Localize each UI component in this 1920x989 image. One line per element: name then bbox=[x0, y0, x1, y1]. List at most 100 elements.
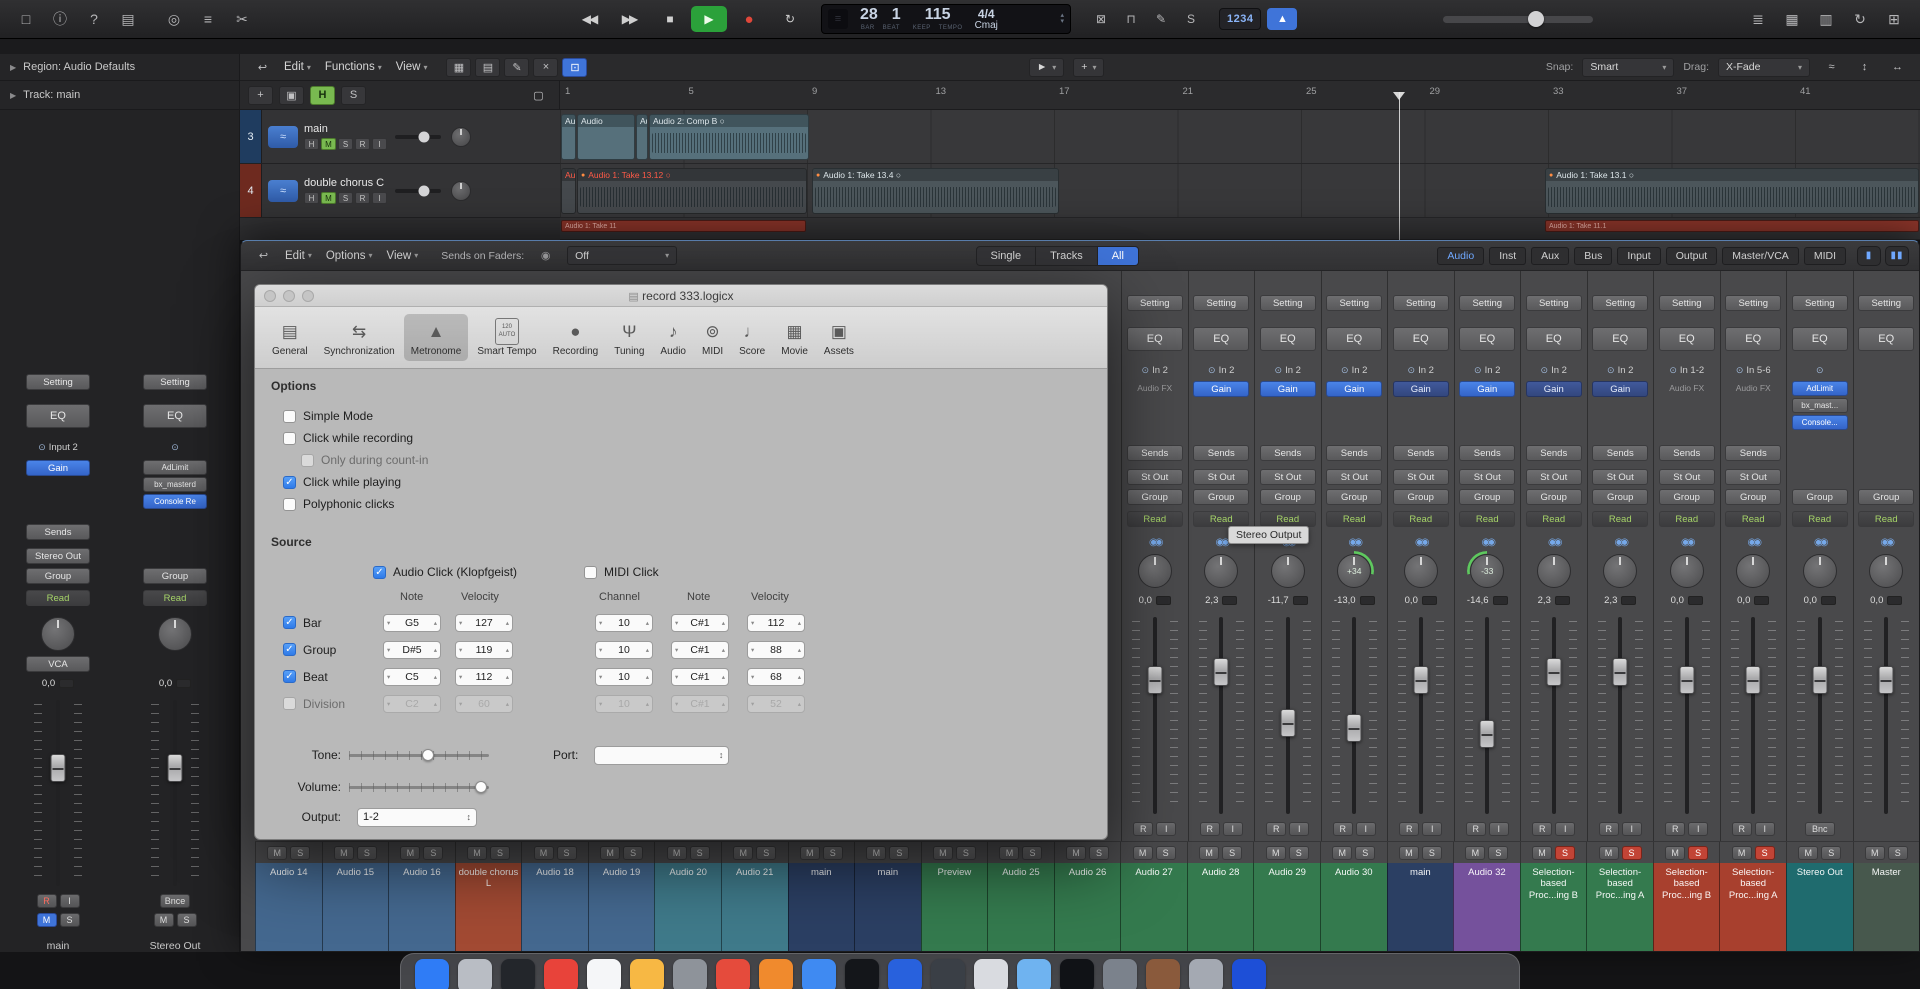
track-name-tile[interactable]: Audio 28 bbox=[1187, 863, 1254, 951]
track-name-tile[interactable]: Audio 14 bbox=[255, 863, 322, 951]
solo-button[interactable]: S bbox=[1888, 846, 1908, 860]
marquee-tool-icon[interactable]: ⊡ bbox=[562, 58, 587, 77]
strip-input-slot[interactable]: ⊙In 5-6 bbox=[1736, 363, 1771, 377]
stepper-up-icon[interactable]: ▴ bbox=[798, 673, 801, 681]
stepper-up-icon[interactable]: ▴ bbox=[798, 619, 801, 627]
option-click-while-recording[interactable]: Click while recording bbox=[283, 427, 428, 449]
solo-button[interactable]: S bbox=[1755, 846, 1775, 860]
strip-sends-button[interactable]: Sends bbox=[1127, 445, 1183, 461]
view-mode-all[interactable]: All bbox=[1098, 246, 1139, 266]
stepper-up-icon[interactable]: ▴ bbox=[434, 673, 437, 681]
volume-fader[interactable] bbox=[1854, 613, 1920, 818]
audio-region[interactable]: Au bbox=[561, 114, 576, 160]
audio-region[interactable]: Audio 1: Take 11.1 bbox=[1545, 220, 1919, 232]
dock-icon[interactable] bbox=[1103, 959, 1137, 989]
mute-button[interactable]: M bbox=[400, 846, 420, 860]
stereo-format-icon[interactable]: ◉◉ bbox=[1681, 535, 1692, 549]
checkbox-icon[interactable]: ✓ bbox=[283, 643, 296, 656]
hide-tracks-button[interactable]: H bbox=[310, 86, 335, 105]
mute-button[interactable]: M bbox=[37, 913, 57, 927]
stereo-format-icon[interactable]: ◉◉ bbox=[1349, 535, 1360, 549]
track-h-button[interactable]: H bbox=[304, 138, 319, 150]
settings-tab-recording[interactable]: ●Recording bbox=[546, 314, 606, 361]
solo-button[interactable]: S bbox=[823, 846, 843, 860]
volume-fader[interactable] bbox=[141, 696, 209, 890]
strip-eq-button[interactable]: EQ bbox=[1592, 327, 1648, 351]
close-button[interactable] bbox=[264, 290, 276, 302]
pan-knob[interactable] bbox=[1204, 554, 1238, 588]
pan-knob[interactable] bbox=[1736, 554, 1770, 588]
strip-sends-button[interactable]: Sends bbox=[26, 524, 90, 540]
strip-eq-button[interactable]: EQ bbox=[1127, 327, 1183, 351]
filter-midi[interactable]: MIDI bbox=[1804, 247, 1846, 265]
strip-output-button[interactable]: Stereo Out bbox=[26, 548, 90, 564]
gain-plugin-button[interactable]: Gain bbox=[1193, 381, 1249, 397]
mute-button[interactable]: M bbox=[1865, 846, 1885, 860]
dock-icon[interactable] bbox=[931, 959, 965, 989]
track-name-tile[interactable]: Audio 30 bbox=[1320, 863, 1387, 951]
lcd-display[interactable]: ≡ 281 BARBEAT 115 KEEPTEMPO 4/4 Cmaj ▴▾ bbox=[821, 4, 1071, 34]
record-enable-button[interactable]: R bbox=[37, 894, 57, 908]
strip-automation-button[interactable]: Read bbox=[1526, 511, 1582, 527]
strip-group-button[interactable]: Group bbox=[1592, 489, 1648, 505]
cycle-button[interactable]: ↻ bbox=[771, 6, 807, 32]
strip-sends-button[interactable]: Sends bbox=[1193, 445, 1249, 461]
volume-fader[interactable] bbox=[1521, 613, 1587, 818]
strip-setting-button[interactable]: Setting bbox=[1393, 295, 1449, 311]
volume-fader[interactable] bbox=[1388, 613, 1454, 818]
solo-button[interactable]: S bbox=[1688, 846, 1708, 860]
track-pan-knob[interactable] bbox=[451, 181, 471, 201]
strip-eq-button[interactable]: EQ bbox=[1260, 327, 1316, 351]
strip-group-button[interactable]: Group bbox=[1792, 489, 1848, 505]
solo-button[interactable]: S bbox=[889, 846, 909, 860]
midi-velocity-stepper[interactable]: ▾68▴ bbox=[747, 668, 805, 686]
dock-icon[interactable] bbox=[587, 959, 621, 989]
dialog-title-bar[interactable]: ▤ record 333.logicx bbox=[255, 285, 1107, 307]
channel-stepper[interactable]: ▾10▴ bbox=[595, 641, 653, 659]
pan-knob[interactable]: -33 bbox=[1470, 554, 1504, 588]
tone-slider[interactable] bbox=[349, 748, 489, 762]
track-header[interactable]: 4≈double chorus CHMSRI bbox=[240, 164, 560, 218]
track-m-button[interactable]: M bbox=[321, 192, 336, 204]
fader-cap[interactable] bbox=[1214, 658, 1229, 686]
pan-knob[interactable] bbox=[1803, 554, 1837, 588]
note-stepper[interactable]: ▾D#5▴ bbox=[383, 641, 441, 659]
option-polyphonic-clicks[interactable]: Polyphonic clicks bbox=[283, 493, 428, 515]
stereo-format-icon[interactable]: ◉◉ bbox=[1149, 535, 1160, 549]
solo-button[interactable]: S bbox=[1821, 846, 1841, 860]
strip-setting-button[interactable]: Setting bbox=[1326, 295, 1382, 311]
gain-plugin-button[interactable]: Gain bbox=[1326, 381, 1382, 397]
stereo-format-icon[interactable]: ◉◉ bbox=[1814, 535, 1825, 549]
pan-knob[interactable]: +34 bbox=[1337, 554, 1371, 588]
track-name-tile[interactable]: main bbox=[1387, 863, 1454, 951]
strip-setting-button[interactable]: Setting bbox=[1526, 295, 1582, 311]
pan-knob[interactable] bbox=[1603, 554, 1637, 588]
volume-fader[interactable] bbox=[1654, 613, 1720, 818]
audio-region[interactable]: Audio bbox=[577, 114, 635, 160]
slider-thumb[interactable] bbox=[418, 185, 429, 196]
checkbox-icon[interactable]: ✓ bbox=[283, 670, 296, 683]
fader-cap[interactable] bbox=[1147, 666, 1162, 694]
input-monitor-button[interactable]: I bbox=[1688, 822, 1708, 836]
track-name-tile[interactable]: main bbox=[788, 863, 855, 951]
settings-tab-synchronization[interactable]: ⇆Synchronization bbox=[317, 314, 402, 361]
track-name-tile[interactable]: Audio 25 bbox=[987, 863, 1054, 951]
strip-group-button[interactable]: Group bbox=[143, 568, 207, 584]
grid-icon[interactable]: ▦ bbox=[446, 58, 471, 77]
forward-button[interactable]: ▶▶ bbox=[611, 6, 647, 32]
bar-ruler[interactable]: 1591317212529333741 bbox=[560, 81, 1920, 110]
settings-tab-score[interactable]: ♩Score bbox=[732, 314, 772, 361]
track-inspector-header[interactable]: ▶ Track: main bbox=[0, 81, 240, 110]
input-monitor-button[interactable]: I bbox=[1489, 822, 1509, 836]
play-button[interactable]: ▶ bbox=[691, 6, 727, 32]
strip-eq-button[interactable]: EQ bbox=[1792, 327, 1848, 351]
pan-knob[interactable] bbox=[1138, 554, 1172, 588]
left-click-tool-dropdown[interactable]: ►▾ bbox=[1029, 58, 1064, 77]
record-enable-button[interactable]: R bbox=[1599, 822, 1619, 836]
lcd-position[interactable]: 281 BARBEAT bbox=[860, 7, 901, 31]
strip-setting-button[interactable]: Setting bbox=[1592, 295, 1648, 311]
strip-automation-button[interactable]: Read bbox=[1393, 511, 1449, 527]
track-header[interactable]: 3≈mainHMSRI bbox=[240, 110, 560, 164]
strip-input-slot[interactable]: ⊙ bbox=[171, 440, 179, 454]
solo-button[interactable]: S bbox=[1289, 846, 1309, 860]
